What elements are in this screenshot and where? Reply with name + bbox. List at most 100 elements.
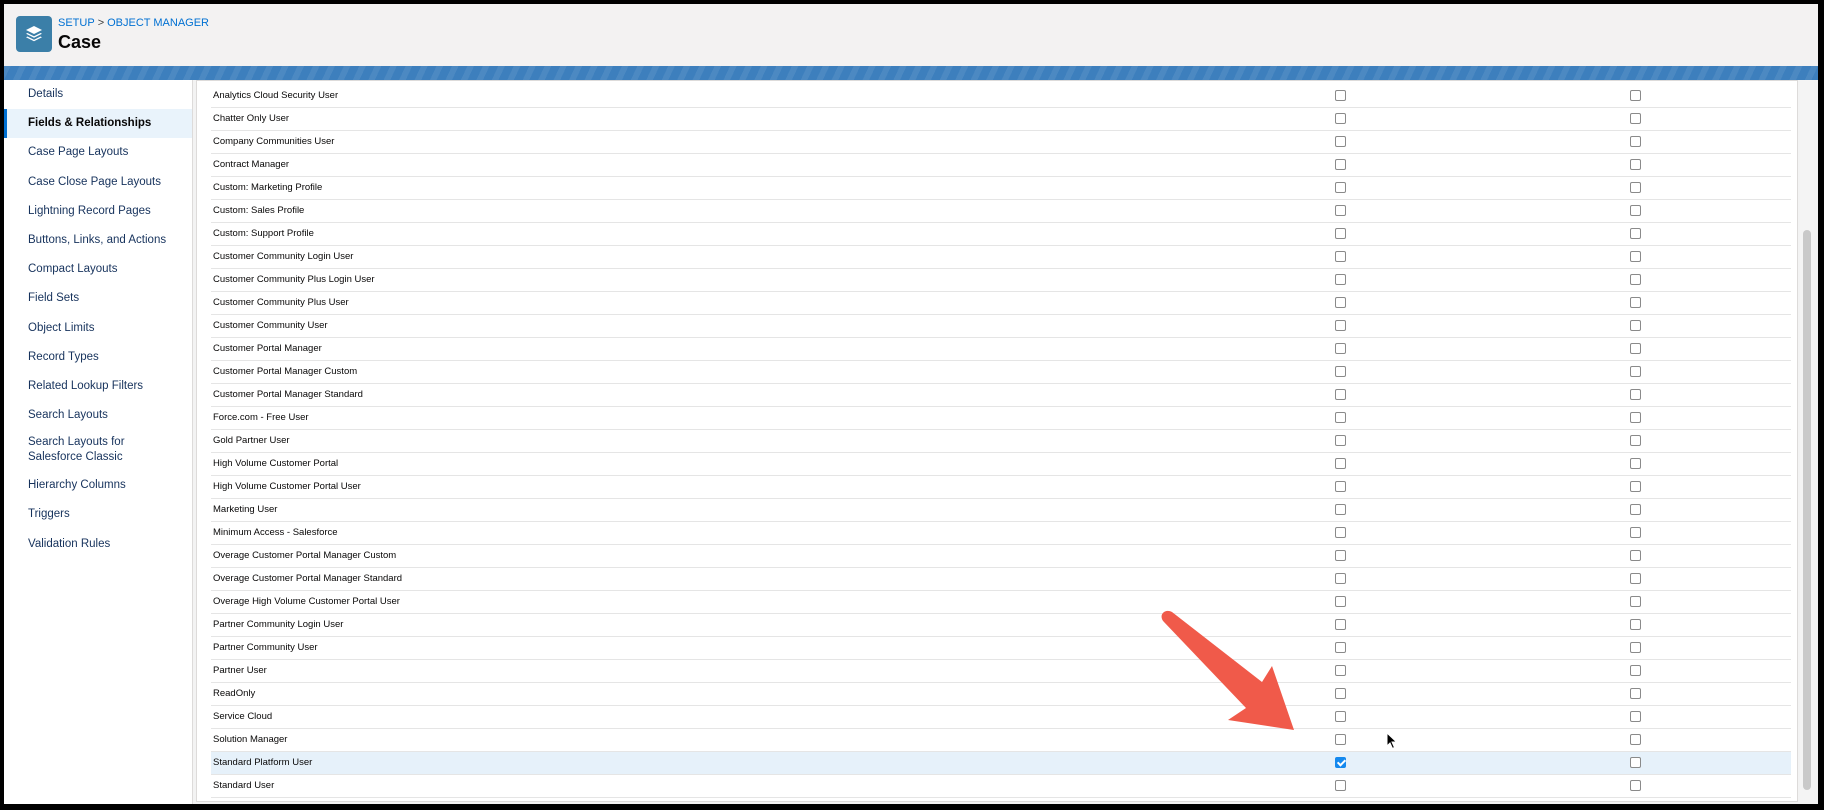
sidebar-item-details[interactable]: Details [4,80,192,109]
scrollbar[interactable] [1800,80,1814,800]
read-only-checkbox[interactable] [1630,205,1641,216]
breadcrumb-separator: > [97,17,105,29]
read-only-checkbox[interactable] [1630,435,1641,446]
table-row: Partner Community User [211,637,1791,660]
read-only-checkbox[interactable] [1630,734,1641,745]
visible-checkbox[interactable] [1335,343,1346,354]
read-only-checkbox[interactable] [1630,320,1641,331]
read-only-checkbox[interactable] [1630,251,1641,262]
visible-checkbox[interactable] [1335,435,1346,446]
profile-name: ReadOnly [213,688,256,699]
read-only-checkbox[interactable] [1630,182,1641,193]
profile-name: Contract Manager [213,159,290,170]
read-only-checkbox[interactable] [1630,343,1641,354]
breadcrumb-setup[interactable]: SETUP [58,17,95,29]
read-only-checkbox[interactable] [1630,550,1641,561]
scrollbar-thumb[interactable] [1803,230,1811,790]
read-only-checkbox[interactable] [1630,688,1641,699]
sidebar-item-related-lookup-filters[interactable]: Related Lookup Filters [4,372,192,401]
read-only-checkbox[interactable] [1630,504,1641,515]
read-only-checkbox[interactable] [1630,481,1641,492]
visible-checkbox[interactable] [1335,251,1346,262]
sidebar-item-search-layouts[interactable]: Search Layouts [4,401,192,430]
table-row: Overage High Volume Customer Portal User [211,591,1791,614]
profile-name: High Volume Customer Portal [213,458,339,469]
visible-checkbox[interactable] [1335,320,1346,331]
layers-icon [16,16,52,52]
sidebar-item-object-limits[interactable]: Object Limits [4,314,192,343]
sidebar-item-case-close-page-layouts[interactable]: Case Close Page Layouts [4,168,192,197]
profile-name: Standard User [213,780,275,791]
table-row: Overage Customer Portal Manager Standard [211,568,1791,591]
profile-name: Customer Portal Manager Standard [213,389,363,400]
read-only-checkbox[interactable] [1630,711,1641,722]
read-only-checkbox[interactable] [1630,136,1641,147]
sidebar-item-record-types[interactable]: Record Types [4,343,192,372]
sidebar-item-case-page-layouts[interactable]: Case Page Layouts [4,138,192,167]
visible-checkbox[interactable] [1335,550,1346,561]
visible-checkbox[interactable] [1335,159,1346,170]
profile-name: Customer Portal Manager Custom [213,366,358,377]
read-only-checkbox[interactable] [1630,228,1641,239]
read-only-checkbox[interactable] [1630,642,1641,653]
read-only-checkbox[interactable] [1630,527,1641,538]
visible-checkbox[interactable] [1335,757,1346,768]
visible-checkbox[interactable] [1335,90,1346,101]
table-row: Partner Community Login User [211,614,1791,637]
read-only-checkbox[interactable] [1630,757,1641,768]
table-row: Customer Portal Manager Custom [211,361,1791,384]
visible-checkbox[interactable] [1335,136,1346,147]
read-only-checkbox[interactable] [1630,297,1641,308]
sidebar-item-triggers[interactable]: Triggers [4,500,192,529]
visible-checkbox[interactable] [1335,504,1346,515]
annotation-arrow-icon [1161,610,1294,730]
visible-checkbox[interactable] [1335,113,1346,124]
visible-checkbox[interactable] [1335,458,1346,469]
profile-name: Custom: Sales Profile [213,205,305,216]
read-only-checkbox[interactable] [1630,665,1641,676]
sidebar-item-validation-rules[interactable]: Validation Rules [4,530,192,559]
visible-checkbox[interactable] [1335,596,1346,607]
read-only-checkbox[interactable] [1630,90,1641,101]
visible-checkbox[interactable] [1335,297,1346,308]
sidebar-item-search-layouts-for-salesforce-classic[interactable]: Search Layouts for Salesforce Classic [4,430,178,471]
table-row: Contract Manager [211,154,1791,177]
visible-checkbox[interactable] [1335,688,1346,699]
read-only-checkbox[interactable] [1630,412,1641,423]
visible-checkbox[interactable] [1335,228,1346,239]
profile-name: Custom: Marketing Profile [213,182,323,193]
read-only-checkbox[interactable] [1630,113,1641,124]
sidebar-item-buttons-links-and-actions[interactable]: Buttons, Links, and Actions [4,226,192,255]
sidebar-item-field-sets[interactable]: Field Sets [4,284,192,313]
visible-checkbox[interactable] [1335,711,1346,722]
read-only-checkbox[interactable] [1630,596,1641,607]
visible-checkbox[interactable] [1335,619,1346,630]
read-only-checkbox[interactable] [1630,573,1641,584]
read-only-checkbox[interactable] [1630,389,1641,400]
sidebar-item-compact-layouts[interactable]: Compact Layouts [4,255,192,284]
visible-checkbox[interactable] [1335,481,1346,492]
read-only-checkbox[interactable] [1630,159,1641,170]
breadcrumb: SETUP > OBJECT MANAGER [58,17,209,29]
sidebar-item-lightning-record-pages[interactable]: Lightning Record Pages [4,197,192,226]
visible-checkbox[interactable] [1335,205,1346,216]
sidebar-item-fields-relationships[interactable]: Fields & Relationships [4,109,192,139]
read-only-checkbox[interactable] [1630,780,1641,791]
read-only-checkbox[interactable] [1630,619,1641,630]
read-only-checkbox[interactable] [1630,274,1641,285]
visible-checkbox[interactable] [1335,366,1346,377]
visible-checkbox[interactable] [1335,665,1346,676]
visible-checkbox[interactable] [1335,389,1346,400]
visible-checkbox[interactable] [1335,734,1346,745]
visible-checkbox[interactable] [1335,780,1346,791]
visible-checkbox[interactable] [1335,182,1346,193]
breadcrumb-object-manager[interactable]: OBJECT MANAGER [107,17,209,29]
visible-checkbox[interactable] [1335,527,1346,538]
read-only-checkbox[interactable] [1630,366,1641,377]
visible-checkbox[interactable] [1335,642,1346,653]
visible-checkbox[interactable] [1335,573,1346,584]
visible-checkbox[interactable] [1335,412,1346,423]
read-only-checkbox[interactable] [1630,458,1641,469]
visible-checkbox[interactable] [1335,274,1346,285]
sidebar-item-hierarchy-columns[interactable]: Hierarchy Columns [4,471,192,500]
